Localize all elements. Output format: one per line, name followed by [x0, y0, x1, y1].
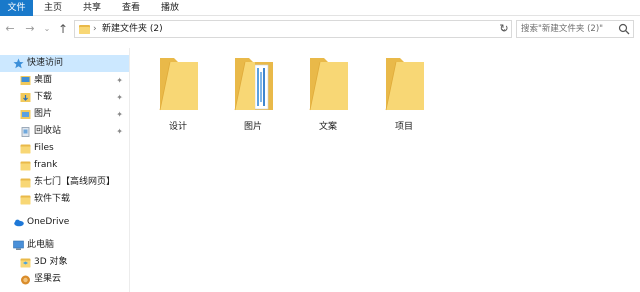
address-bar[interactable]: › 新建文件夹 (2) ⌄	[74, 20, 512, 38]
back-arrow-icon[interactable]: ←	[3, 21, 17, 37]
cloud-icon	[14, 219, 24, 227]
refresh-icon[interactable]: ↻	[496, 21, 512, 37]
sidebar-item-label: 快速访问	[27, 58, 64, 68]
sidebar-item-this-pc[interactable]: 此电脑	[0, 237, 129, 254]
sidebar-item-label: 3D 对象	[34, 257, 68, 267]
pin-icon[interactable]: ✦	[116, 72, 123, 89]
folder-item-pictures[interactable]: 图片	[221, 52, 285, 134]
tab-file[interactable]: 文件	[0, 0, 33, 16]
tab-play[interactable]: 播放	[153, 0, 187, 16]
3d-objects-icon	[20, 258, 31, 268]
pin-icon[interactable]: ✦	[116, 106, 123, 123]
sidebar-item-label: 桌面	[34, 75, 53, 85]
sidebar-item-label: 东七门【高线网页】	[34, 177, 116, 187]
sidebar-item-quick-access[interactable]: 快速访问	[0, 55, 129, 72]
sidebar-item-label: 软件下载	[34, 194, 71, 204]
sidebar-item-recycle-bin[interactable]: 回收站 ✦	[0, 123, 129, 140]
sidebar-item-label: 图片	[34, 109, 53, 119]
breadcrumb[interactable]: 新建文件夹 (2)	[102, 21, 163, 37]
folder-icon	[385, 58, 424, 111]
pictures-icon	[20, 110, 31, 119]
search-input[interactable]	[521, 22, 617, 36]
folder-icon	[20, 178, 31, 188]
folder-label: 设计	[168, 122, 187, 132]
folder-label: 项目	[394, 122, 413, 132]
address-bar-row: ← → ⌄ ↑ › 新建文件夹 (2) ⌄ ↻	[0, 17, 640, 41]
download-icon	[20, 93, 31, 102]
tab-view[interactable]: 查看	[114, 0, 148, 16]
sidebar-item-desktop[interactable]: 桌面 ✦	[0, 72, 129, 89]
folder-content-area: 设计 图片 文案 项目	[130, 48, 640, 292]
sidebar-item-pictures[interactable]: 图片 ✦	[0, 106, 129, 123]
folder-label: 文案	[318, 122, 337, 132]
ribbon-tabs: 文件 主页 共享 查看 播放	[0, 0, 640, 16]
recycle-bin-icon	[21, 127, 30, 137]
up-arrow-icon[interactable]: ↑	[56, 21, 70, 37]
folder-icon	[309, 58, 348, 111]
computer-icon	[13, 240, 24, 250]
folder-label: 图片	[243, 122, 262, 132]
search-box[interactable]	[516, 20, 634, 38]
jianguoyun-icon	[21, 275, 30, 285]
folder-icon	[79, 25, 90, 34]
folder-with-documents-icon	[234, 58, 273, 111]
sidebar-item-label: 此电脑	[27, 240, 55, 250]
sidebar-item-label: OneDrive	[27, 217, 70, 227]
forward-arrow-icon[interactable]: →	[23, 21, 37, 37]
folder-item-copywriting[interactable]: 文案	[296, 52, 360, 134]
sidebar-item-label: Files	[34, 143, 54, 153]
sidebar-item-3d-objects[interactable]: 3D 对象	[0, 254, 129, 271]
breadcrumb-separator[interactable]: ›	[93, 21, 97, 37]
sidebar-item-label: 坚果云	[34, 274, 62, 284]
tab-share[interactable]: 共享	[75, 0, 109, 16]
desktop-icon	[20, 76, 31, 85]
pin-icon[interactable]: ✦	[116, 123, 123, 140]
tab-home[interactable]: 主页	[36, 0, 70, 16]
sidebar-item-files[interactable]: Files	[0, 140, 129, 157]
sidebar-item-software-downloads[interactable]: 软件下载	[0, 191, 129, 208]
folder-icon	[20, 195, 31, 205]
folder-icon	[20, 161, 31, 171]
sidebar-item-jianguoyun[interactable]: 坚果云	[0, 271, 129, 288]
sidebar-item-label: 回收站	[34, 126, 62, 136]
sidebar-item-onedrive[interactable]: OneDrive	[0, 214, 129, 231]
sidebar-item-label: frank	[34, 160, 58, 170]
navigation-pane: 快速访问 桌面 ✦ 下载 ✦ 图片 ✦ 回收站 ✦ Files frank 东七…	[0, 48, 129, 292]
star-icon	[13, 58, 24, 69]
sidebar-item-dongqimen[interactable]: 东七门【高线网页】	[0, 174, 129, 191]
folder-item-design[interactable]: 设计	[146, 52, 210, 134]
search-icon[interactable]	[618, 23, 630, 35]
pin-icon[interactable]: ✦	[116, 89, 123, 106]
sidebar-item-frank[interactable]: frank	[0, 157, 129, 174]
folder-icon	[159, 58, 198, 111]
sidebar-item-label: 下载	[34, 92, 53, 102]
sidebar-item-downloads[interactable]: 下载 ✦	[0, 89, 129, 106]
folder-item-projects[interactable]: 项目	[372, 52, 436, 134]
folder-icon	[20, 144, 31, 154]
recent-locations-chevron-icon[interactable]: ⌄	[40, 21, 54, 37]
